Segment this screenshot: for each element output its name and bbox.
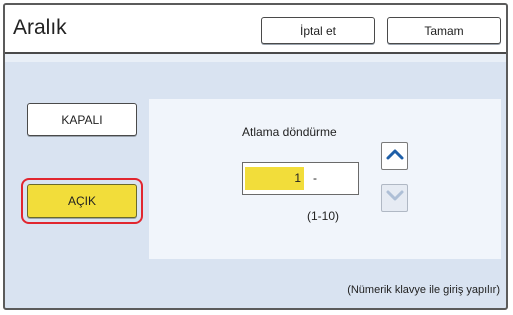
value-text: 1 (294, 171, 301, 185)
value-field[interactable]: 1 - (242, 162, 359, 195)
chevron-up-icon (385, 147, 405, 166)
on-button[interactable]: AÇIK (27, 184, 137, 218)
value-separator: - (313, 171, 317, 185)
ok-button[interactable]: Tamam (387, 17, 501, 44)
range-text: (1-10) (307, 209, 340, 223)
input-hint: (Nümerik klavye ile giriş yapılır) (347, 284, 500, 296)
title-bar: Aralık İptal et Tamam (5, 5, 506, 54)
page-title: Aralık (13, 16, 67, 39)
chevron-down-icon (385, 189, 405, 208)
off-button[interactable]: KAPALI (27, 103, 137, 136)
skip-rotation-label: Atlama döndürme (242, 125, 337, 139)
header-divider (5, 54, 506, 62)
decrement-button[interactable] (381, 184, 408, 212)
dialog-window: Aralık İptal et Tamam KAPALI AÇIK Atlama… (3, 3, 508, 310)
settings-panel: Atlama döndürme 1 - (1-10) (149, 99, 501, 259)
increment-button[interactable] (381, 142, 408, 170)
cancel-button[interactable]: İptal et (261, 17, 375, 44)
